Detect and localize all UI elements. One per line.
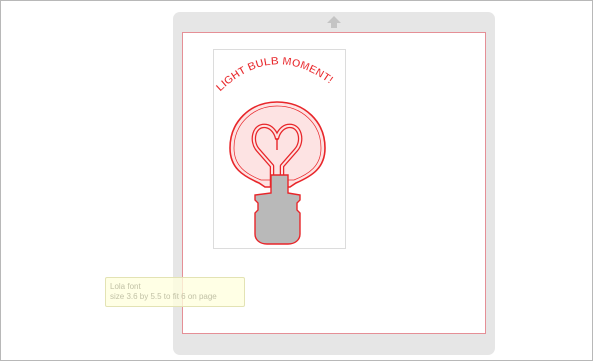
tooltip-font-name: Lola font — [110, 282, 141, 291]
app-window: LIGHT BULB MOMENT! Lola font size 3.6 by… — [0, 0, 593, 361]
up-arrow-icon[interactable] — [327, 16, 341, 28]
design-bounding-box[interactable]: LIGHT BULB MOMENT! — [213, 49, 346, 249]
arc-title-text: LIGHT BULB MOMENT! — [214, 55, 335, 94]
tooltip: Lola font size 3.6 by 5.5 to fit 6 on pa… — [105, 277, 245, 307]
tooltip-size-info: size 3.6 by 5.5 to fit 6 on page — [110, 292, 217, 301]
light-bulb-design: LIGHT BULB MOMENT! — [214, 55, 336, 245]
